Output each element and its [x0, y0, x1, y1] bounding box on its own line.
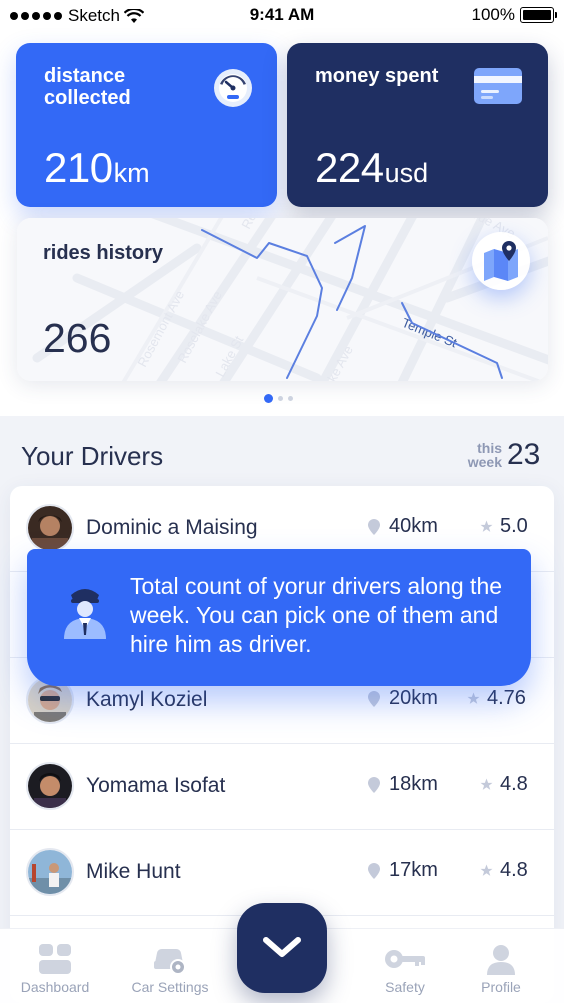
- drivers-title: Your Drivers: [21, 441, 164, 471]
- driver-rating: 5.0: [480, 515, 528, 538]
- driver-name: Yomama Isofat: [86, 774, 226, 797]
- money-title: money spent: [315, 65, 439, 87]
- distance-title: distance collected: [44, 65, 131, 109]
- tooltip-text: Total count of yorur drivers along the w…: [130, 573, 503, 657]
- carousel-dot[interactable]: [288, 396, 293, 401]
- carousel-dots[interactable]: [264, 394, 293, 403]
- week-label: this week: [467, 440, 502, 470]
- driver-distance-value: 18km: [389, 773, 438, 795]
- driver-rating: 4.8: [480, 773, 528, 796]
- avatar: [26, 848, 74, 896]
- driver-distance: 18km: [368, 773, 438, 796]
- driver-distance-value: 20km: [389, 687, 438, 709]
- car-settings-icon: [154, 949, 186, 975]
- money-unit: usd: [384, 158, 429, 188]
- driver-rating-value: 4.76: [487, 687, 526, 709]
- distance-unit: km: [113, 158, 150, 188]
- nav-label: Car Settings: [131, 979, 209, 995]
- driver-rating-value: 4.8: [500, 773, 528, 795]
- rides-title: rides history: [43, 242, 164, 264]
- nav-label: Profile: [481, 979, 521, 995]
- driver-rating: 4.76: [467, 687, 526, 710]
- location-pin-icon: [368, 776, 380, 793]
- nav-label: Safety: [385, 979, 425, 995]
- star-icon: [480, 778, 493, 790]
- info-tooltip[interactable]: Total count of yorur drivers along the w…: [27, 549, 531, 686]
- nav-car-settings[interactable]: Car Settings: [115, 943, 225, 995]
- carousel-dot[interactable]: [278, 396, 283, 401]
- driver-icon: [60, 585, 110, 644]
- driver-name: Dominic a Maising: [86, 516, 258, 539]
- battery-percent: 100%: [471, 5, 515, 24]
- nav-profile[interactable]: Profile: [446, 943, 556, 995]
- map-pin-icon: [472, 232, 530, 290]
- rides-count: 266: [43, 315, 112, 361]
- driver-name: Kamyl Koziel: [86, 688, 208, 711]
- driver-distance-value: 40km: [389, 515, 438, 537]
- star-icon: [480, 520, 493, 532]
- driver-rating-value: 5.0: [500, 515, 528, 537]
- distance-number: 210: [44, 144, 113, 191]
- distance-value: 210 km: [44, 144, 150, 192]
- center-action-button[interactable]: [237, 903, 327, 993]
- driver-rating: 4.8: [480, 859, 528, 882]
- money-card[interactable]: money spent 224 usd: [287, 43, 548, 207]
- rides-history-card[interactable]: Rosemont Ave Roselake Ave Lake St Temple…: [17, 218, 548, 381]
- money-value: 224 usd: [315, 144, 428, 192]
- driver-distance: 20km: [368, 687, 438, 710]
- driver-row[interactable]: Yomama Isofat 18km 4.8: [10, 744, 554, 830]
- driver-distance: 40km: [368, 515, 438, 538]
- driver-distance: 17km: [368, 859, 438, 882]
- money-number: 224: [315, 144, 384, 191]
- week-count: 23: [507, 438, 541, 471]
- location-pin-icon: [368, 690, 380, 707]
- nav-label: Dashboard: [20, 979, 90, 995]
- battery-status: 100%: [471, 5, 557, 25]
- nav-dashboard[interactable]: Dashboard: [0, 943, 110, 995]
- location-pin-icon: [368, 862, 380, 879]
- gauge-icon: [213, 68, 253, 113]
- star-icon: [480, 864, 493, 876]
- driver-distance-value: 17km: [389, 859, 438, 881]
- star-icon: [467, 692, 480, 704]
- driver-name: Mike Hunt: [86, 860, 181, 883]
- profile-icon: [487, 945, 515, 975]
- driver-rating-value: 4.8: [500, 859, 528, 881]
- location-pin-icon: [368, 518, 380, 535]
- chevron-down-icon: [263, 937, 301, 957]
- carousel-dot-active[interactable]: [264, 394, 273, 403]
- dashboard-icon: [39, 944, 71, 974]
- credit-card-icon: [474, 68, 522, 109]
- avatar: [26, 504, 74, 552]
- battery-icon: [520, 7, 557, 23]
- avatar: [26, 762, 74, 810]
- nav-safety[interactable]: Safety: [350, 943, 460, 995]
- status-bar: Sketch 9:41 AM 100%: [0, 0, 564, 32]
- distance-card[interactable]: distance collected 210 km: [16, 43, 277, 207]
- key-icon: [385, 950, 425, 968]
